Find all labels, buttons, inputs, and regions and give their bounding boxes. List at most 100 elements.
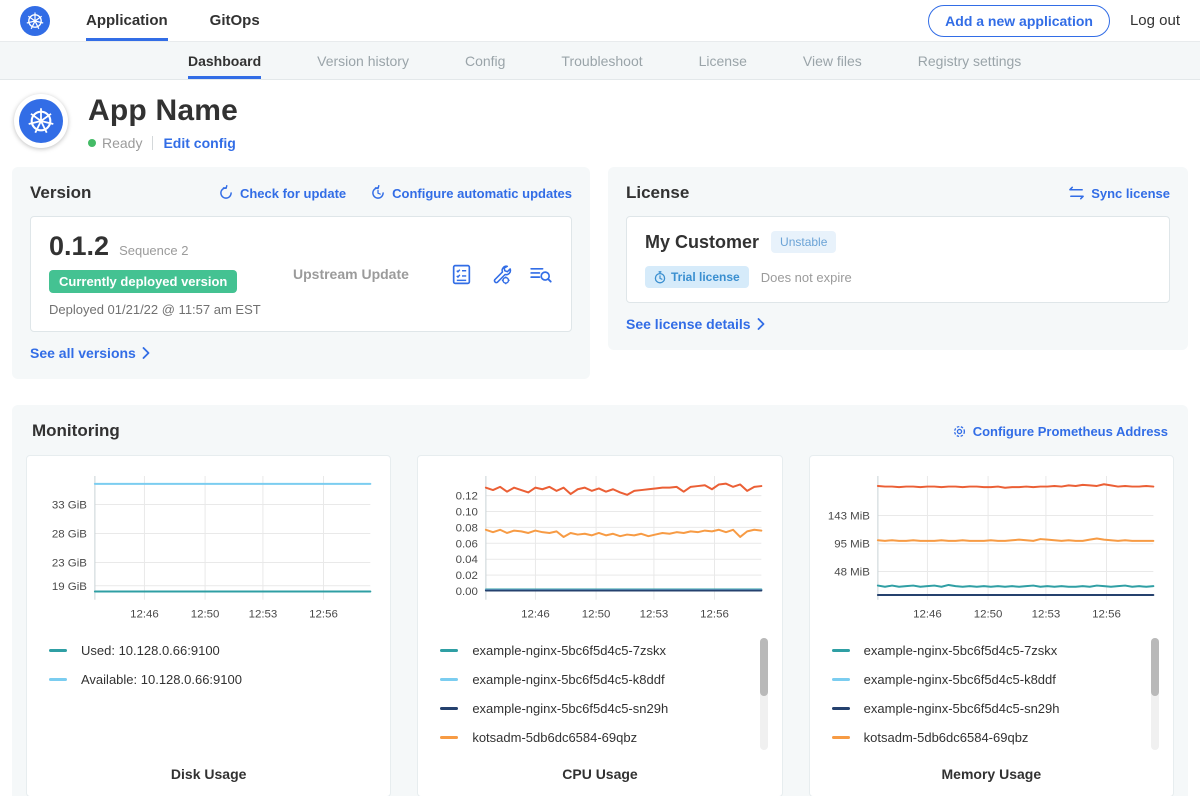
view-diff-icon[interactable] — [528, 263, 553, 286]
configure-prometheus-link[interactable]: Configure Prometheus Address — [952, 424, 1168, 439]
svg-text:0.00: 0.00 — [456, 586, 478, 598]
legend-scrollbar[interactable] — [1151, 638, 1159, 750]
configure-prometheus-label: Configure Prometheus Address — [973, 424, 1168, 439]
check-for-update-label: Check for update — [240, 186, 346, 201]
svg-text:12:56: 12:56 — [1092, 609, 1121, 621]
see-all-versions-label: See all versions — [30, 345, 136, 361]
version-source-label: Upstream Update — [279, 266, 450, 282]
deployed-timestamp: Deployed 01/21/22 @ 11:57 am EST — [49, 302, 279, 317]
svg-text:12:53: 12:53 — [249, 609, 278, 621]
see-license-details-label: See license details — [626, 316, 751, 332]
legend-item: example-nginx-5bc6f5d4c5-k8ddf — [440, 665, 759, 694]
add-application-button[interactable]: Add a new application — [928, 5, 1110, 37]
tab-license[interactable]: License — [699, 42, 747, 79]
clock-refresh-icon — [370, 185, 386, 201]
nav-tab-application[interactable]: Application — [86, 0, 168, 41]
legend-label: example-nginx-5bc6f5d4c5-k8ddf — [472, 672, 664, 687]
svg-text:0.12: 0.12 — [456, 491, 478, 503]
customer-name: My Customer — [645, 232, 759, 253]
legend-swatch-icon — [440, 736, 458, 739]
legend-label: kotsadm-5db6dc6584-69qbz — [864, 730, 1029, 745]
legend-swatch-icon — [832, 736, 850, 739]
app-header: App Name Ready Edit config — [0, 80, 1200, 163]
license-card: License Sync license My Customer Unstabl… — [608, 167, 1188, 350]
legend-item: example-nginx-5bc6f5d4c5-sn29h — [440, 694, 759, 723]
legend-swatch-icon — [49, 649, 67, 652]
chevron-right-icon — [142, 347, 150, 359]
license-card-title: License — [626, 183, 689, 203]
svg-text:12:53: 12:53 — [1031, 609, 1060, 621]
gear-icon — [952, 424, 967, 439]
legend-item: example-nginx-5bc6f5d4c5-7zskx — [832, 636, 1151, 665]
version-card-title: Version — [30, 183, 91, 203]
divider — [152, 136, 153, 150]
tab-config[interactable]: Config — [465, 42, 505, 79]
legend-swatch-icon — [49, 678, 67, 681]
status-label: Ready — [102, 135, 142, 151]
sync-license-label: Sync license — [1091, 186, 1170, 201]
chevron-right-icon — [757, 318, 765, 330]
svg-text:0.10: 0.10 — [456, 507, 478, 519]
check-for-update-link[interactable]: Check for update — [218, 185, 346, 201]
legend-swatch-icon — [440, 707, 458, 710]
stopwatch-icon — [654, 271, 666, 284]
see-license-details-link[interactable]: See license details — [626, 316, 765, 332]
svg-text:48 MiB: 48 MiB — [834, 566, 870, 578]
legend-item: example-nginx-5bc6f5d4c5-7zskx — [440, 636, 759, 665]
tab-version-history[interactable]: Version history — [317, 42, 409, 79]
kubernetes-logo — [20, 0, 50, 41]
helm-wheel-icon — [26, 106, 56, 136]
memory-usage-legend: example-nginx-5bc6f5d4c5-7zskxexample-ng… — [822, 636, 1161, 752]
legend-scrollbar[interactable] — [760, 638, 768, 750]
kubernetes-logo-icon — [20, 6, 50, 36]
helm-wheel-icon — [25, 11, 45, 31]
svg-text:23 GiB: 23 GiB — [52, 558, 87, 570]
legend-scrollbar-thumb[interactable] — [760, 638, 768, 696]
top-navbar: Application GitOps Add a new application… — [0, 0, 1200, 42]
svg-text:95 MiB: 95 MiB — [834, 539, 870, 551]
svg-text:12:53: 12:53 — [640, 609, 669, 621]
memory-usage-plot: 143 MiB95 MiB48 MiB12:4612:5012:5312:56 — [822, 468, 1161, 626]
edit-config-link[interactable]: Edit config — [163, 135, 235, 151]
tab-dashboard[interactable]: Dashboard — [188, 42, 261, 79]
cpu-usage-title: CPU Usage — [430, 752, 769, 782]
svg-text:0.08: 0.08 — [456, 522, 478, 534]
disk-usage-plot: 33 GiB28 GiB23 GiB19 GiB12:4612:5012:531… — [39, 468, 378, 626]
svg-text:12:56: 12:56 — [700, 609, 729, 621]
legend-item: example-nginx-5bc6f5d4c5-sn29h — [832, 694, 1151, 723]
sync-license-link[interactable]: Sync license — [1068, 186, 1170, 201]
svg-text:12:46: 12:46 — [913, 609, 942, 621]
tab-registry-settings[interactable]: Registry settings — [918, 42, 1021, 79]
svg-text:143 MiB: 143 MiB — [827, 510, 869, 522]
preflight-checks-icon[interactable] — [450, 263, 473, 286]
svg-text:28 GiB: 28 GiB — [52, 528, 87, 540]
nav-tab-gitops[interactable]: GitOps — [210, 0, 260, 41]
tab-view-files[interactable]: View files — [803, 42, 862, 79]
expiry-label: Does not expire — [761, 270, 852, 285]
sequence-label: Sequence 2 — [119, 243, 188, 258]
legend-swatch-icon — [832, 707, 850, 710]
logout-button[interactable]: Log out — [1130, 12, 1180, 29]
svg-text:12:46: 12:46 — [521, 609, 550, 621]
app-kubernetes-icon — [19, 99, 63, 143]
tab-troubleshoot[interactable]: Troubleshoot — [561, 42, 642, 79]
legend-label: kotsadm-5db6dc6584-69qbz — [472, 730, 637, 745]
channel-badge: Unstable — [771, 231, 836, 253]
app-subnav: Dashboard Version history Config Trouble… — [0, 42, 1200, 80]
legend-item: kotsadm-5db6dc6584-69qbz — [440, 723, 759, 752]
see-all-versions-link[interactable]: See all versions — [30, 345, 150, 361]
disk-usage-chart-card: 33 GiB28 GiB23 GiB19 GiB12:4612:5012:531… — [26, 455, 391, 796]
legend-scrollbar-thumb[interactable] — [1151, 638, 1159, 696]
page-title: App Name — [88, 94, 238, 128]
svg-text:0.02: 0.02 — [456, 570, 478, 582]
svg-text:12:50: 12:50 — [191, 609, 220, 621]
legend-label: Available: 10.128.0.66:9100 — [81, 672, 242, 687]
legend-item: kotsadm-5db6dc6584-69qbz — [832, 723, 1151, 752]
disk-usage-legend: Used: 10.128.0.66:9100Available: 10.128.… — [39, 636, 378, 694]
svg-text:0.04: 0.04 — [456, 554, 479, 566]
legend-item: example-nginx-5bc6f5d4c5-k8ddf — [832, 665, 1151, 694]
config-wrench-icon[interactable] — [489, 263, 512, 286]
app-icon — [14, 94, 68, 148]
legend-label: example-nginx-5bc6f5d4c5-sn29h — [472, 701, 668, 716]
configure-automatic-updates-link[interactable]: Configure automatic updates — [370, 185, 572, 201]
